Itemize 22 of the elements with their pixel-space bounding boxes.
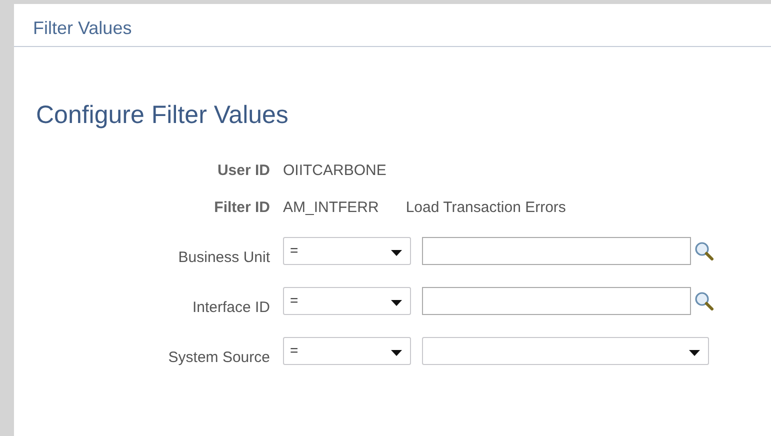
search-icon[interactable] xyxy=(694,291,714,311)
field-value: OIITCARBONE xyxy=(283,162,386,179)
field-label: System Source xyxy=(168,348,270,366)
operator-dropdown[interactable]: = xyxy=(283,287,411,315)
field-label: Business Unit xyxy=(178,248,270,266)
caret-icon xyxy=(391,350,402,356)
value-field[interactable] xyxy=(422,287,691,315)
operator-dropdown[interactable]: = xyxy=(283,337,411,365)
value-field[interactable] xyxy=(422,237,691,265)
caret-icon xyxy=(391,300,402,306)
field-description: Load Transaction Errors xyxy=(406,199,566,216)
field-label: Interface ID xyxy=(192,298,270,316)
field-label: User ID xyxy=(217,162,270,179)
field-value: AM_INTFERR xyxy=(283,199,379,216)
caret-icon xyxy=(391,250,402,256)
page-title: Filter Values xyxy=(14,4,771,47)
field-label: Filter ID xyxy=(214,199,270,216)
operator-dropdown[interactable]: = xyxy=(283,237,411,265)
value-dropdown[interactable] xyxy=(422,337,709,365)
page-heading: Configure Filter Values xyxy=(36,101,290,130)
caret-icon xyxy=(689,350,700,356)
search-icon[interactable] xyxy=(694,241,714,261)
